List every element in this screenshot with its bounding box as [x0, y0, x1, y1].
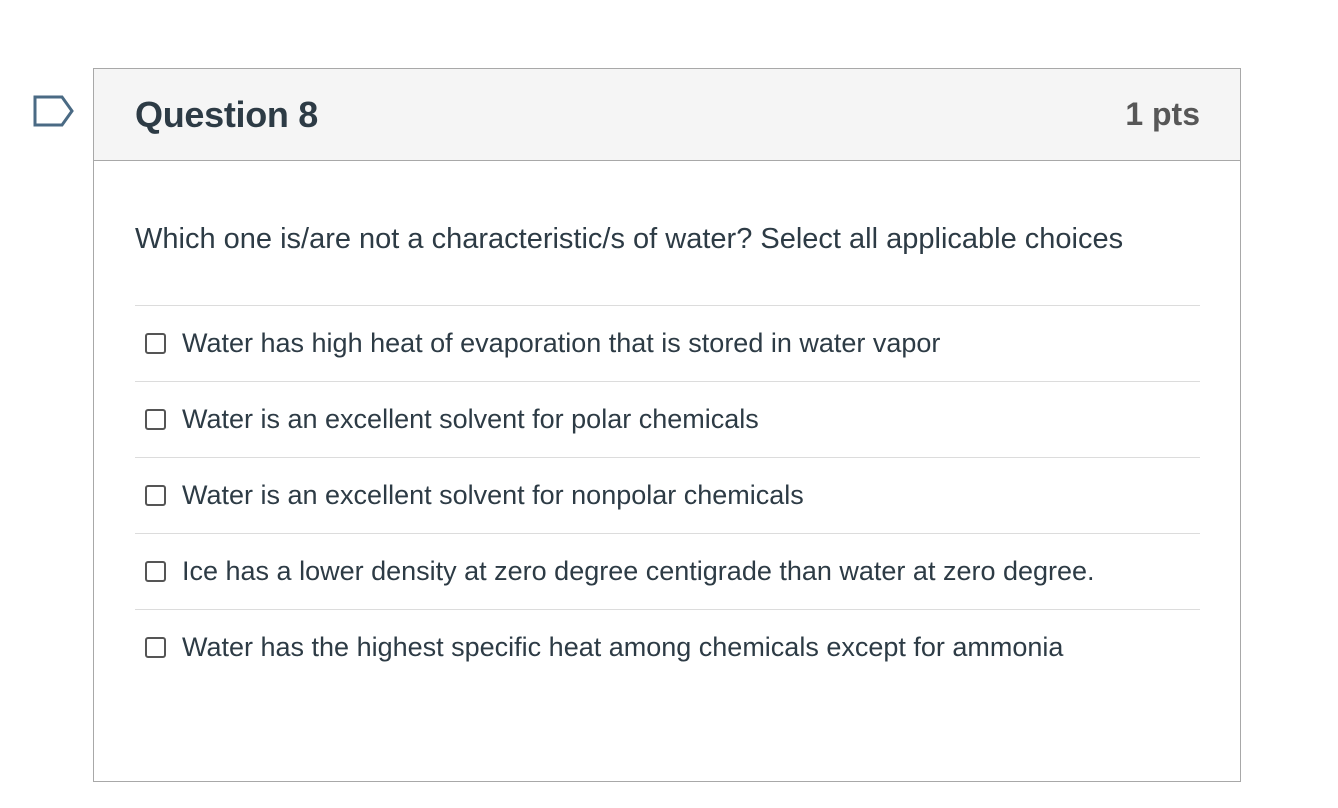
answer-option[interactable]: Ice has a lower density at zero degree c… — [135, 534, 1200, 610]
answer-checkbox[interactable] — [145, 637, 166, 658]
answer-option[interactable]: Water has high heat of evaporation that … — [135, 306, 1200, 382]
answer-label: Ice has a lower density at zero degree c… — [182, 556, 1095, 586]
answer-checkbox[interactable] — [145, 561, 166, 582]
question-title: Question 8 — [135, 93, 319, 135]
question-points: 1 pts — [1125, 96, 1200, 132]
answer-option[interactable]: Water has the highest specific heat amon… — [135, 610, 1200, 685]
question-text: Which one is/are not a characteristic/s … — [135, 223, 1124, 255]
flag-question-icon[interactable] — [32, 94, 76, 128]
answer-label: Water is an excellent solvent for polar … — [182, 404, 759, 434]
answer-checkbox[interactable] — [145, 485, 166, 506]
question-body: Which one is/are not a characteristic/s … — [94, 161, 1240, 685]
answer-option[interactable]: Water is an excellent solvent for polar … — [135, 382, 1200, 458]
question-card: Question 8 1 pts Which one is/are not a … — [93, 68, 1241, 782]
answer-label: Water has high heat of evaporation that … — [182, 328, 941, 358]
answer-label: Water has the highest specific heat amon… — [182, 632, 1064, 662]
answer-list: Water has high heat of evaporation that … — [135, 305, 1200, 685]
answer-option[interactable]: Water is an excellent solvent for nonpol… — [135, 458, 1200, 534]
answer-checkbox[interactable] — [145, 409, 166, 430]
question-header: Question 8 1 pts — [94, 69, 1240, 161]
answer-checkbox[interactable] — [145, 333, 166, 354]
answer-label: Water is an excellent solvent for nonpol… — [182, 480, 804, 510]
